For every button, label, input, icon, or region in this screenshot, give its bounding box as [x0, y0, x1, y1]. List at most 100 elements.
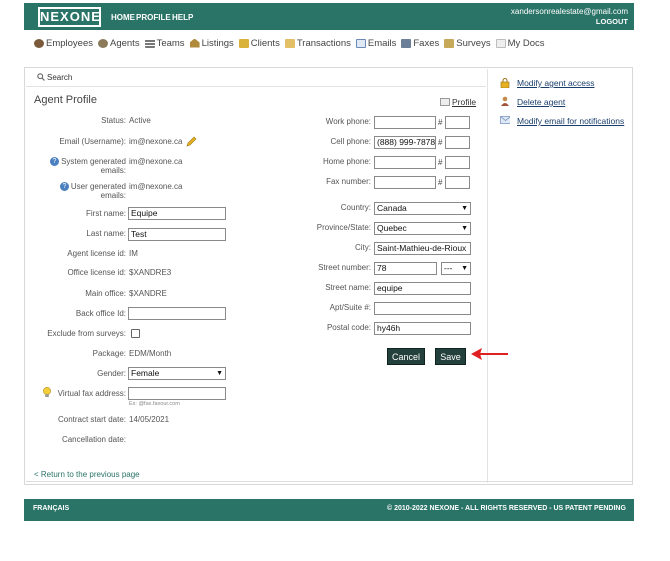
first-name-label: First name:	[85, 209, 126, 218]
module-surveys[interactable]: Surveys	[444, 37, 491, 49]
delete-agent-link[interactable]: Delete agent	[517, 97, 565, 107]
chevron-down-icon: ▼	[461, 265, 468, 272]
virtual-fax-hint: Ex: @fax.faxour.com	[129, 401, 180, 407]
back-office-input[interactable]	[128, 307, 226, 320]
gender-select[interactable]: Female ▼	[128, 367, 226, 380]
page-title: Agent Profile	[34, 94, 97, 106]
user-emails-value: im@nexone.ca	[129, 182, 183, 191]
exclude-surveys-checkbox[interactable]	[131, 329, 140, 338]
home-phone-label: Home phone:	[322, 157, 371, 166]
country-selected: Canada	[377, 203, 407, 213]
module-teams[interactable]: Teams	[144, 38, 185, 49]
nav-profile[interactable]: PROFILE	[136, 13, 171, 22]
gender-selected: Female	[131, 368, 160, 378]
apt-suite-label: Apt/Suite #:	[329, 303, 371, 312]
work-phone-input[interactable]	[374, 116, 436, 129]
status-label: Status:	[101, 116, 126, 125]
last-name-input[interactable]: Test	[128, 228, 226, 241]
module-faxes[interactable]: Faxes	[401, 38, 439, 49]
agent-license-value: IM	[129, 249, 138, 258]
city-input[interactable]: Saint-Mathieu-de-Rioux	[374, 242, 471, 255]
first-name-input[interactable]: Equipe	[128, 207, 226, 220]
profile-link[interactable]: Profile	[452, 97, 476, 107]
module-label: Listings	[201, 37, 234, 49]
search-label[interactable]: Search	[47, 73, 72, 82]
postal-code-input[interactable]: hy46h	[374, 322, 471, 335]
search-bar[interactable]	[26, 69, 486, 87]
exclude-surveys-label: Exclude from surveys:	[47, 329, 126, 338]
province-select[interactable]: Quebec ▼	[374, 222, 471, 235]
fax-number-input[interactable]	[374, 176, 436, 189]
work-phone-label: Work phone:	[325, 117, 371, 126]
user-email: xandersonrealestate@gmail.com	[510, 7, 628, 16]
module-my-docs[interactable]: My Docs	[495, 37, 545, 49]
module-label: Surveys	[456, 37, 491, 49]
nav-help[interactable]: HELP	[172, 13, 193, 22]
bottom-divider	[26, 481, 632, 482]
module-listings[interactable]: Listings	[189, 37, 234, 49]
module-label: Faxes	[413, 37, 440, 49]
cancellation-label: Cancellation date:	[61, 435, 126, 444]
fax-number-label: Fax number:	[326, 177, 371, 186]
country-select[interactable]: Canada ▼	[374, 202, 471, 215]
nav-home[interactable]: HOME	[111, 13, 135, 22]
clients-icon	[238, 38, 249, 48]
cell-phone-ext-input[interactable]	[445, 136, 470, 149]
cancel-button[interactable]: Cancel	[387, 348, 425, 365]
teams-icon	[144, 38, 155, 48]
cell-phone-label: Cell phone:	[330, 137, 371, 146]
module-label: Clients	[250, 37, 280, 49]
street-suffix-select[interactable]: --- ▼	[441, 262, 471, 275]
virtual-fax-input[interactable]	[128, 387, 226, 400]
home-phone-input[interactable]	[374, 156, 436, 169]
module-agents[interactable]: Agents	[98, 38, 140, 49]
info-icon[interactable]: ?	[50, 157, 59, 166]
module-nav: Employees Agents Teams Listings Clients …	[34, 36, 550, 50]
language-link[interactable]: FRANÇAIS	[33, 505, 69, 512]
modify-notification-email-link[interactable]: Modify email for notifications	[517, 116, 624, 126]
hash-label: #	[438, 118, 443, 127]
province-label: Province/State:	[316, 223, 371, 232]
sidebar-divider	[487, 69, 488, 483]
postal-code-label: Postal code:	[326, 323, 371, 332]
main-office-label: Main office:	[85, 289, 126, 298]
hash-label: #	[438, 158, 443, 167]
module-clients[interactable]: Clients	[238, 37, 280, 49]
home-phone-ext-input[interactable]	[445, 156, 470, 169]
delete-user-icon	[501, 96, 509, 106]
module-label: My Docs	[507, 37, 545, 49]
listings-icon	[189, 38, 200, 48]
last-name-label: Last name:	[86, 229, 126, 238]
work-phone-ext-input[interactable]	[445, 116, 470, 129]
red-arrow-annotation	[471, 348, 508, 360]
province-selected: Quebec	[377, 223, 407, 233]
contract-start-label: Contract start date:	[57, 415, 126, 424]
fax-number-ext-input[interactable]	[445, 176, 470, 189]
email-label: Email (Username):	[59, 137, 126, 146]
nexone-logo[interactable]: NEXONE	[38, 7, 101, 27]
save-button[interactable]: Save	[435, 348, 466, 365]
cell-phone-input[interactable]: (888) 999-7878	[374, 136, 436, 149]
module-emails[interactable]: Emails	[355, 38, 396, 49]
search-icon	[37, 73, 45, 81]
module-employees[interactable]: Employees	[34, 38, 93, 49]
return-link[interactable]: < Return to the previous page	[34, 470, 140, 479]
profile-card-icon	[440, 98, 450, 106]
edit-pencil-icon[interactable]	[186, 136, 197, 147]
apt-suite-input[interactable]	[374, 302, 471, 315]
module-transactions[interactable]: Transactions	[284, 38, 351, 49]
street-suffix-selected: ---	[444, 263, 453, 273]
email-value: im@nexone.ca	[129, 137, 183, 146]
logout-link[interactable]: LOGOUT	[596, 17, 628, 26]
street-number-input[interactable]: 78	[374, 262, 437, 275]
lock-icon	[500, 78, 510, 88]
chevron-down-icon: ▼	[216, 370, 223, 377]
transactions-icon	[284, 38, 295, 48]
info-icon[interactable]: ?	[60, 182, 69, 191]
emails-icon	[355, 38, 366, 48]
modify-agent-access-link[interactable]: Modify agent access	[517, 78, 594, 88]
package-label: Package:	[92, 349, 126, 358]
package-value: EDM/Month	[129, 349, 172, 358]
street-name-input[interactable]: equipe	[374, 282, 471, 295]
contract-start-value: 14/05/2021	[129, 415, 170, 424]
